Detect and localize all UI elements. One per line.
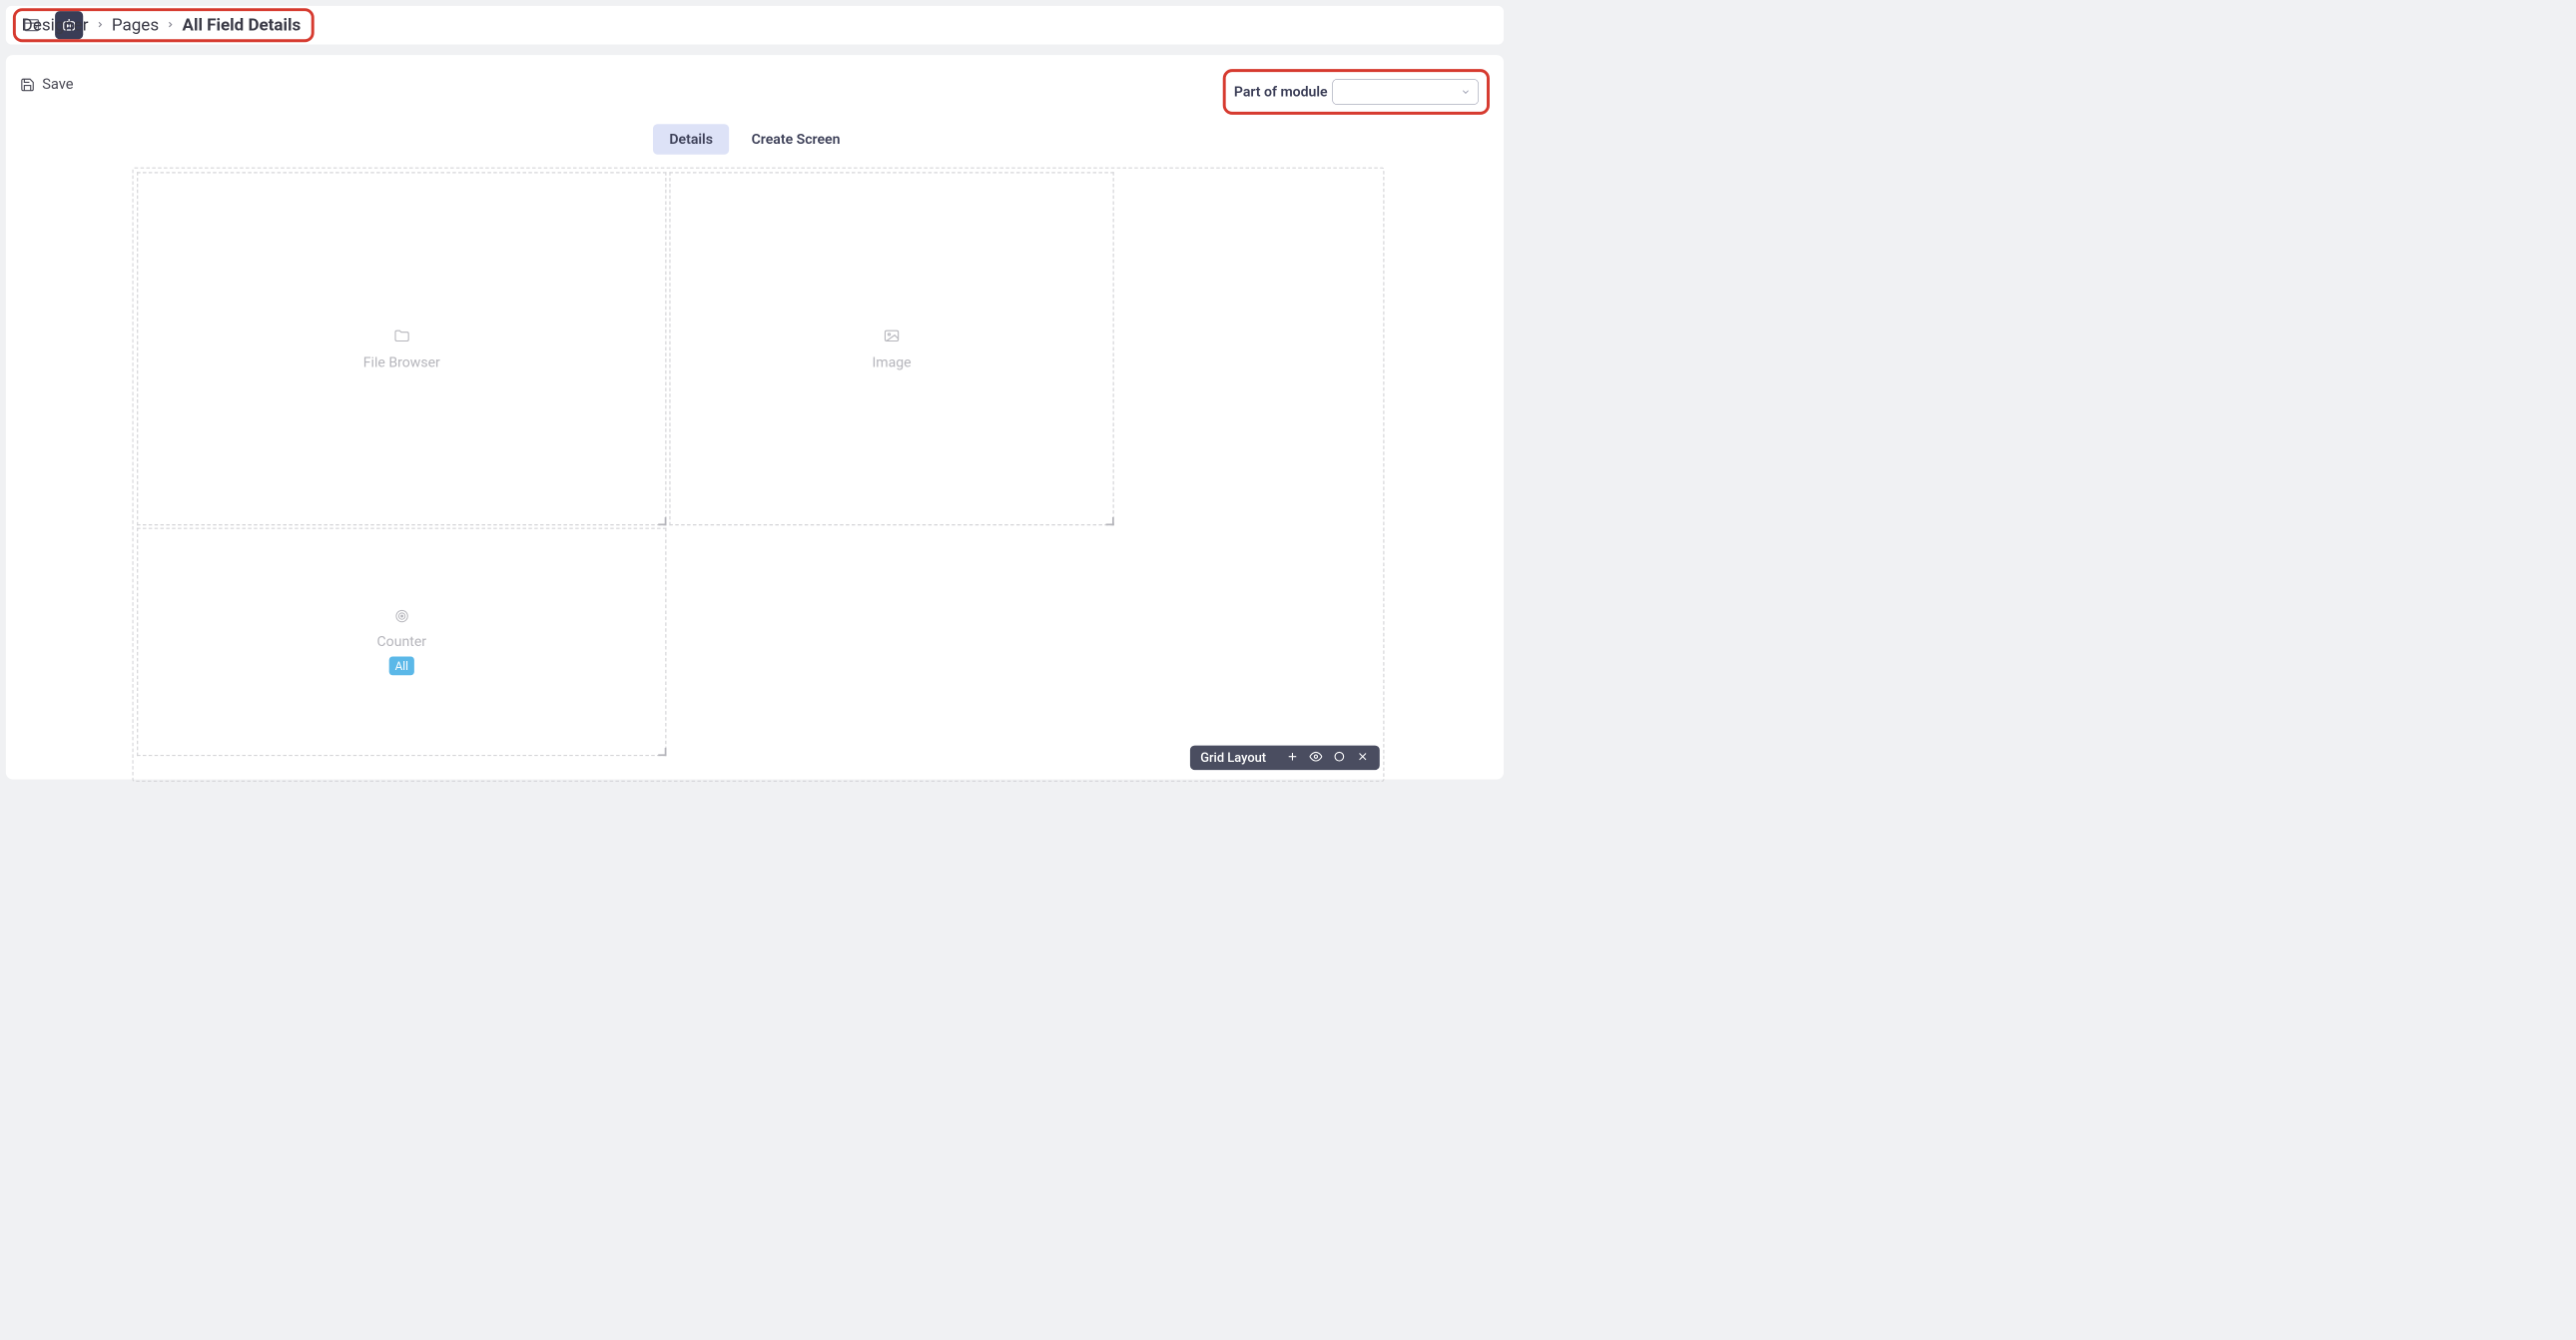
main-panel: Save Part of module Details Create Scree… xyxy=(6,55,1504,779)
floating-toolbar-label: Grid Layout xyxy=(1200,751,1266,766)
topbar: Designer Pages All Field Details xyxy=(6,6,1504,45)
resize-handle[interactable] xyxy=(658,748,666,756)
save-button[interactable]: Save xyxy=(20,76,74,93)
grid-layout[interactable]: File Browser Image xyxy=(134,169,1116,781)
save-label: Save xyxy=(42,76,73,93)
widget-label: File Browser xyxy=(363,354,440,370)
widget-label: Image xyxy=(872,354,911,370)
resize-handle[interactable] xyxy=(1106,517,1114,525)
widget-label: Counter xyxy=(377,633,427,649)
save-icon xyxy=(20,77,35,92)
tabs: Details Create Screen xyxy=(20,124,1490,154)
add-button[interactable] xyxy=(1286,750,1299,765)
widget-file-browser[interactable]: File Browser xyxy=(137,172,666,525)
widget-counter[interactable]: Counter All xyxy=(137,528,666,757)
chevron-right-icon xyxy=(166,18,175,33)
module-block: Part of module xyxy=(1223,69,1490,115)
breadcrumb-pages[interactable]: Pages xyxy=(112,15,159,35)
chevron-down-icon xyxy=(1461,87,1472,98)
counter-filter-tag[interactable]: All xyxy=(389,656,414,675)
breadcrumb-designer[interactable]: Designer xyxy=(22,15,89,35)
tab-details[interactable]: Details xyxy=(653,124,729,154)
module-select[interactable] xyxy=(1332,79,1479,105)
folder-icon xyxy=(392,328,410,347)
module-label: Part of module xyxy=(1234,84,1328,100)
tab-create-screen[interactable]: Create Screen xyxy=(735,124,857,154)
circle-button[interactable] xyxy=(1333,750,1346,765)
floating-toolbar: Grid Layout xyxy=(1190,746,1380,771)
close-button[interactable] xyxy=(1356,750,1369,765)
breadcrumb-current: All Field Details xyxy=(183,15,302,35)
chevron-right-icon xyxy=(95,18,104,33)
resize-handle[interactable] xyxy=(658,517,666,525)
breadcrumb: Designer Pages All Field Details xyxy=(13,8,315,42)
canvas-area[interactable]: File Browser Image xyxy=(132,168,1384,782)
visibility-button[interactable] xyxy=(1309,750,1322,765)
widget-image[interactable]: Image xyxy=(669,172,1113,525)
image-icon xyxy=(883,328,901,347)
target-icon xyxy=(394,608,409,626)
